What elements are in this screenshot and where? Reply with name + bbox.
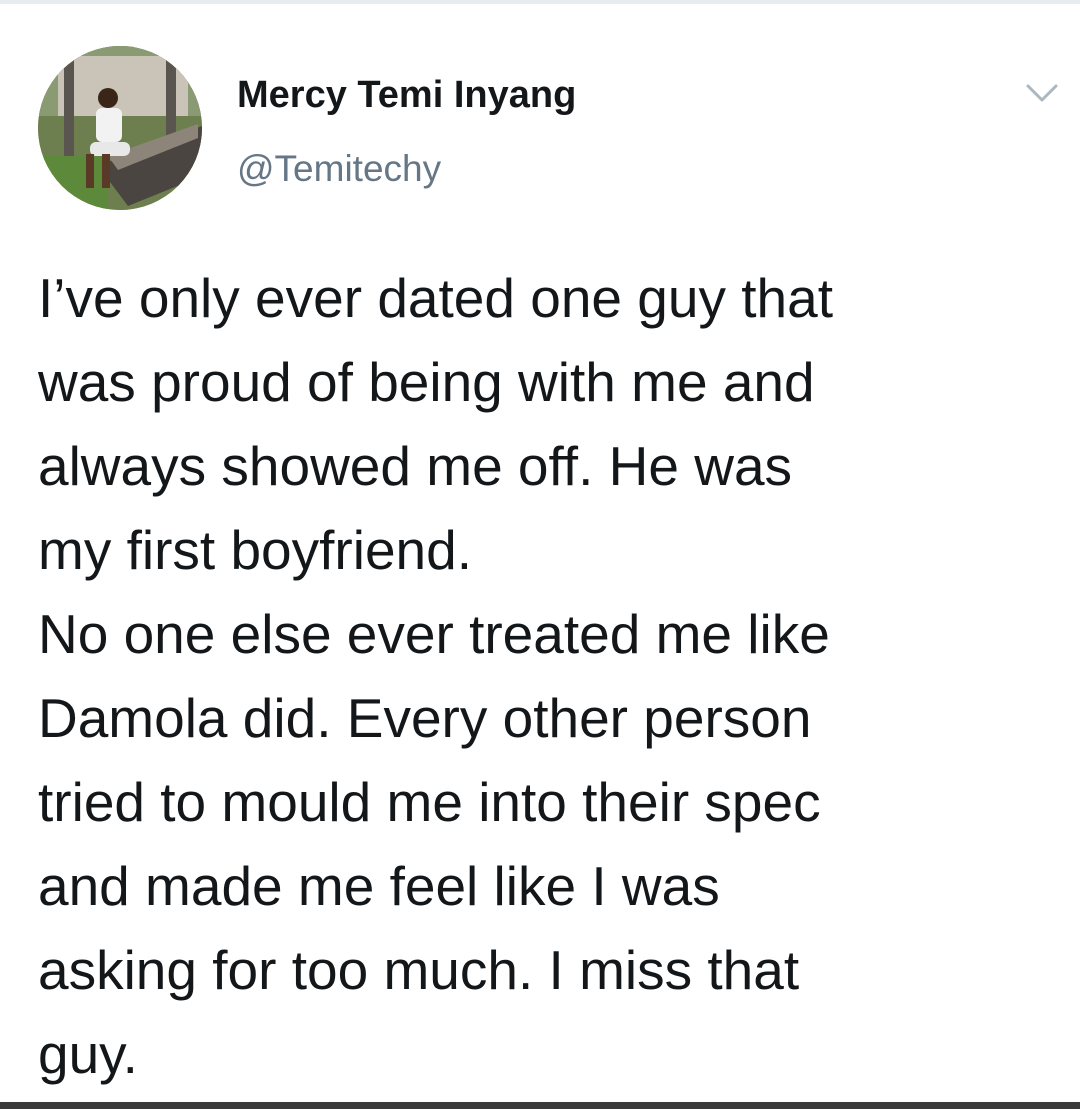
- tweet-text: I’ve only ever dated one guy that was pr…: [38, 256, 1048, 1096]
- tweet-text-line: I’ve only ever dated one guy that: [38, 267, 833, 329]
- avatar[interactable]: [38, 46, 202, 210]
- tweet-text-line: Damola did. Every other person: [38, 687, 812, 749]
- tweet-text-line: was proud of being with me and: [38, 351, 815, 413]
- tweet-text-line: and made me feel like I was: [38, 855, 720, 917]
- tweet-text-line: asking for too much. I miss that: [38, 939, 800, 1001]
- tweet-text-line: always showed me off. He was: [38, 435, 793, 497]
- bottom-divider: [0, 1102, 1080, 1109]
- author-handle[interactable]: @Temitechy: [237, 148, 441, 190]
- chevron-down-icon[interactable]: [1024, 80, 1060, 108]
- author-name[interactable]: Mercy Temi Inyang: [237, 74, 576, 117]
- tweet-text-line: my first boyfriend.: [38, 519, 473, 581]
- profile-photo-icon: [38, 46, 202, 210]
- tweet-card: Mercy Temi Inyang @Temitechy I’ve only e…: [0, 0, 1080, 1109]
- tweet-text-line: tried to mould me into their spec: [38, 771, 821, 833]
- tweet-text-line: No one else ever treated me like: [38, 603, 830, 665]
- tweet-text-line: guy.: [38, 1023, 138, 1085]
